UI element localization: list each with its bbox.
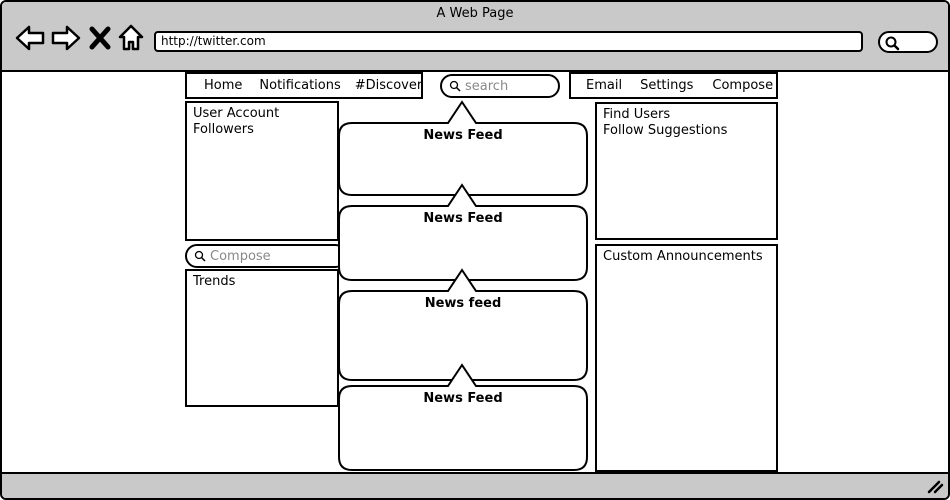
news-feed-title-2: News Feed [423, 211, 503, 226]
find-users-panel: Find Users Follow Suggestions [595, 102, 778, 240]
home-icon[interactable] [115, 22, 147, 54]
search-icon [449, 80, 461, 92]
news-feed-title-4: News Feed [423, 391, 503, 406]
nav-email-link[interactable]: Email [586, 73, 622, 99]
back-arrow-icon[interactable] [14, 22, 46, 54]
announcements-title: Custom Announcements [603, 249, 763, 264]
nav-search-input[interactable]: search [440, 74, 560, 98]
followers-link[interactable]: Followers [193, 122, 331, 138]
find-users-link[interactable]: Find Users [603, 107, 770, 123]
news-feed-column [338, 100, 588, 471]
compose-input[interactable]: Compose [185, 244, 347, 268]
nav-notifications-link[interactable]: Notifications [259, 73, 340, 99]
user-account-panel: User Account Followers [185, 101, 339, 241]
nav-settings-link[interactable]: Settings [640, 73, 693, 99]
user-account-link[interactable]: User Account [193, 106, 331, 122]
forward-arrow-icon[interactable] [50, 22, 82, 54]
news-feed-callout-1[interactable] [338, 100, 588, 196]
custom-announcements-panel: Custom Announcements [595, 244, 778, 472]
trends-panel: Trends [185, 269, 339, 407]
nav-discover-link[interactable]: #Discover [355, 73, 422, 99]
url-input[interactable]: http://twitter.com [154, 31, 863, 52]
close-icon[interactable] [87, 22, 113, 54]
resize-grip-icon[interactable] [926, 478, 944, 494]
status-bar [2, 472, 948, 498]
nav-bar-right: Email Settings Compose [569, 72, 778, 99]
trends-title: Trends [193, 274, 236, 289]
news-feed-title-1: News Feed [423, 128, 503, 143]
browser-search-input[interactable] [878, 31, 938, 53]
news-feed-callout-3[interactable] [338, 268, 588, 381]
compose-placeholder: Compose [210, 248, 271, 264]
follow-suggestions-link[interactable]: Follow Suggestions [603, 123, 770, 139]
search-icon [194, 250, 206, 262]
news-feed-callout-2[interactable] [338, 183, 588, 281]
nav-compose-link[interactable]: Compose [712, 73, 773, 99]
nav-bar-left: Home Notifications #Discover [185, 72, 423, 99]
nav-search-placeholder: search [465, 78, 509, 94]
news-feed-title-3: News feed [424, 296, 502, 311]
window-title: A Web Page [436, 6, 514, 21]
search-icon [885, 36, 900, 51]
nav-home-link[interactable]: Home [204, 73, 242, 99]
